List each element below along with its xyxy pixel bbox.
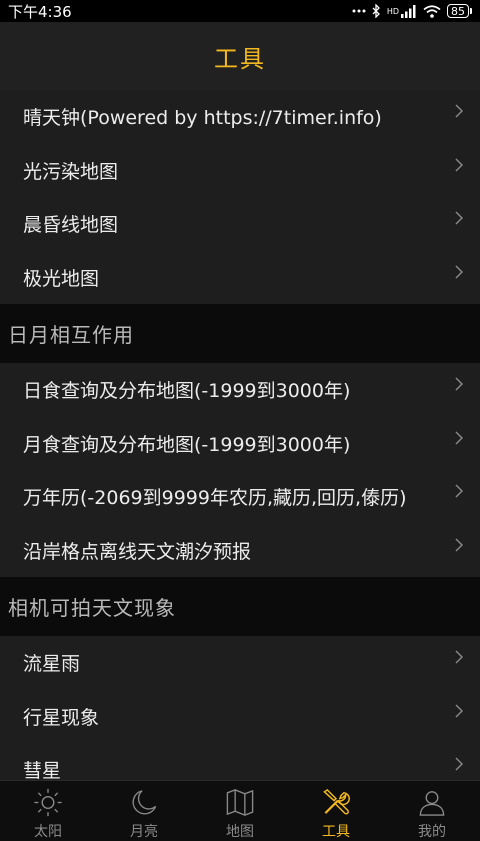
list-item-meteor-shower[interactable]: 流星雨 — [0, 636, 480, 690]
user-icon — [419, 791, 445, 816]
list-item-terminator-map[interactable]: 晨昏线地图 — [0, 197, 480, 251]
tab-tools[interactable]: 工具 — [288, 781, 384, 841]
chevron-right-icon — [455, 104, 463, 118]
list-item-label: 日食查询及分布地图(-1999到3000年) — [23, 380, 351, 403]
list-item-planet-phenomena[interactable]: 行星现象 — [0, 689, 480, 743]
list-item-label: 流星雨 — [23, 653, 81, 676]
chevron-right-icon — [455, 538, 463, 551]
list-item-label: 月食查询及分布地图(-1999到3000年) — [23, 433, 351, 456]
tab-label: 工具 — [322, 824, 350, 840]
tab-sun[interactable]: 太阳 — [0, 781, 96, 841]
chevron-right-icon — [455, 757, 463, 771]
tab-me[interactable]: 我的 — [384, 781, 480, 841]
tab-map[interactable]: 地图 — [192, 781, 288, 841]
list-item-lunar-eclipse[interactable]: 月食查询及分布地图(-1999到3000年) — [0, 416, 480, 470]
list-item-label: 晨昏线地图 — [23, 214, 119, 237]
list-item-label: 行星现象 — [23, 706, 100, 729]
tab-moon[interactable]: 月亮 — [96, 781, 192, 841]
section-title: 日月相互作用 — [8, 323, 134, 347]
section-title: 相机可拍天文现象 — [8, 596, 176, 620]
network-label: HD — [386, 6, 399, 16]
chevron-right-icon — [455, 704, 463, 717]
dots-icon — [352, 8, 366, 14]
list-item-label: 沿岸格点离线天文潮汐预报 — [23, 540, 252, 563]
tab-label: 地图 — [226, 824, 254, 840]
list-item-comet[interactable]: 彗星 — [0, 743, 480, 780]
tools-list[interactable]: 晴天钟(Powered by https://7timer.info) 光污染地… — [0, 90, 480, 780]
signal-icon — [401, 4, 417, 18]
bottom-tab-bar: 太阳 月亮 地图 工具 我的 — [0, 780, 480, 841]
chevron-right-icon — [455, 484, 463, 498]
map-icon — [226, 789, 254, 816]
list-item-solar-eclipse[interactable]: 日食查询及分布地图(-1999到3000年) — [0, 363, 480, 417]
chevron-right-icon — [455, 211, 463, 225]
list-item-tide-forecast[interactable]: 沿岸格点离线天文潮汐预报 — [0, 523, 480, 577]
chevron-right-icon — [455, 158, 463, 171]
list-item-aurora-map[interactable]: 极光地图 — [0, 250, 480, 304]
section-header-sun-moon: 日月相互作用 — [0, 304, 480, 363]
wifi-icon — [423, 4, 441, 18]
list-item-label: 彗星 — [23, 760, 62, 780]
chevron-right-icon — [455, 265, 463, 278]
sun-icon — [34, 788, 62, 817]
bluetooth-icon — [372, 4, 381, 18]
status-bar: 下午4:36 HD 85 — [0, 0, 480, 22]
list-item-label: 万年历(-2069到9999年农历,藏历,回历,傣历) — [23, 487, 407, 510]
list-item-label: 光污染地图 — [23, 160, 119, 183]
status-icons: HD 85 — [352, 4, 472, 18]
tab-label: 太阳 — [34, 824, 62, 840]
tab-label: 我的 — [418, 824, 446, 840]
page-title: 工具 — [214, 44, 266, 73]
list-item-light-pollution-map[interactable]: 光污染地图 — [0, 143, 480, 197]
section-header-camera-phenomena: 相机可拍天文现象 — [0, 577, 480, 636]
tools-icon — [323, 788, 350, 815]
moon-icon — [132, 790, 157, 815]
chevron-right-icon — [455, 650, 463, 664]
list-item-perpetual-calendar[interactable]: 万年历(-2069到9999年农历,藏历,回历,傣历) — [0, 470, 480, 524]
app-header: 工具 — [0, 22, 480, 90]
list-item-clear-sky-clock[interactable]: 晴天钟(Powered by https://7timer.info) — [0, 90, 480, 144]
list-item-label: 极光地图 — [23, 267, 100, 290]
chevron-right-icon — [455, 431, 463, 444]
chevron-right-icon — [455, 377, 463, 391]
status-time: 下午4:36 — [8, 2, 72, 21]
battery-indicator: 85 — [447, 4, 472, 18]
tab-label: 月亮 — [130, 824, 158, 840]
list-item-label: 晴天钟(Powered by https://7timer.info) — [23, 107, 382, 130]
